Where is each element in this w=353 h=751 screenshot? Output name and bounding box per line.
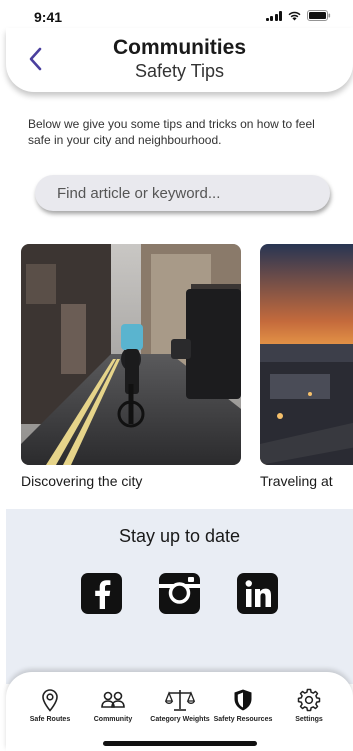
home-indicator[interactable]	[103, 741, 257, 746]
social-icons	[6, 573, 353, 614]
battery-icon	[307, 10, 331, 21]
bottom-nav: Safe Routes Community Category Weights S…	[6, 672, 353, 751]
social-title: Stay up to date	[118, 526, 241, 546]
page-title: Communities	[112, 36, 246, 59]
location-pin-icon	[19, 686, 81, 714]
nav-label: Category Weights	[150, 716, 210, 723]
shield-icon	[212, 686, 274, 714]
nav-label: Community	[93, 716, 133, 723]
page-subtitle: Safety Tips	[134, 61, 225, 81]
instagram-icon[interactable]	[159, 573, 200, 614]
nav-label: Safety Resources	[213, 716, 273, 723]
search-input[interactable]	[57, 184, 330, 202]
city-street-cyclist-photo[interactable]	[21, 244, 241, 465]
scale-icon	[149, 686, 211, 714]
wifi-icon	[287, 10, 302, 21]
sunset-city-photo[interactable]	[260, 244, 353, 465]
nav-label: Safe Routes	[29, 716, 71, 723]
social-section: Stay up to date	[6, 509, 353, 684]
gear-icon	[278, 686, 340, 714]
article-caption[interactable]: Traveling at	[260, 473, 353, 489]
article-caption[interactable]: Discovering the city	[21, 473, 241, 489]
signal-icon	[265, 10, 282, 21]
nav-item-safe-routes[interactable]: Safe Routes	[19, 686, 81, 724]
status-icons	[265, 10, 332, 21]
nav-item-community[interactable]: Community	[82, 686, 144, 724]
search-box[interactable]	[35, 175, 330, 211]
article-card-traveling[interactable]: Traveling at	[260, 244, 353, 489]
people-icon	[82, 686, 144, 714]
linkedin-icon[interactable]	[237, 573, 278, 614]
facebook-icon[interactable]	[81, 573, 122, 614]
article-card-discovering-city[interactable]: Discovering the city	[21, 244, 241, 489]
status-time: 9:41	[34, 9, 63, 25]
status-bar: 9:41	[0, 0, 353, 30]
intro-text: Below we give you some tips and tricks o…	[28, 117, 315, 147]
nav-item-settings[interactable]: Settings	[278, 686, 340, 724]
nav-label: Settings	[295, 716, 323, 723]
article-carousel[interactable]: Discovering the city Traveling at	[0, 244, 353, 494]
header: Communities Safety Tips	[6, 28, 353, 92]
nav-item-category-weights[interactable]: Category Weights	[149, 686, 211, 724]
nav-item-safety-resources[interactable]: Safety Resources	[212, 686, 274, 724]
